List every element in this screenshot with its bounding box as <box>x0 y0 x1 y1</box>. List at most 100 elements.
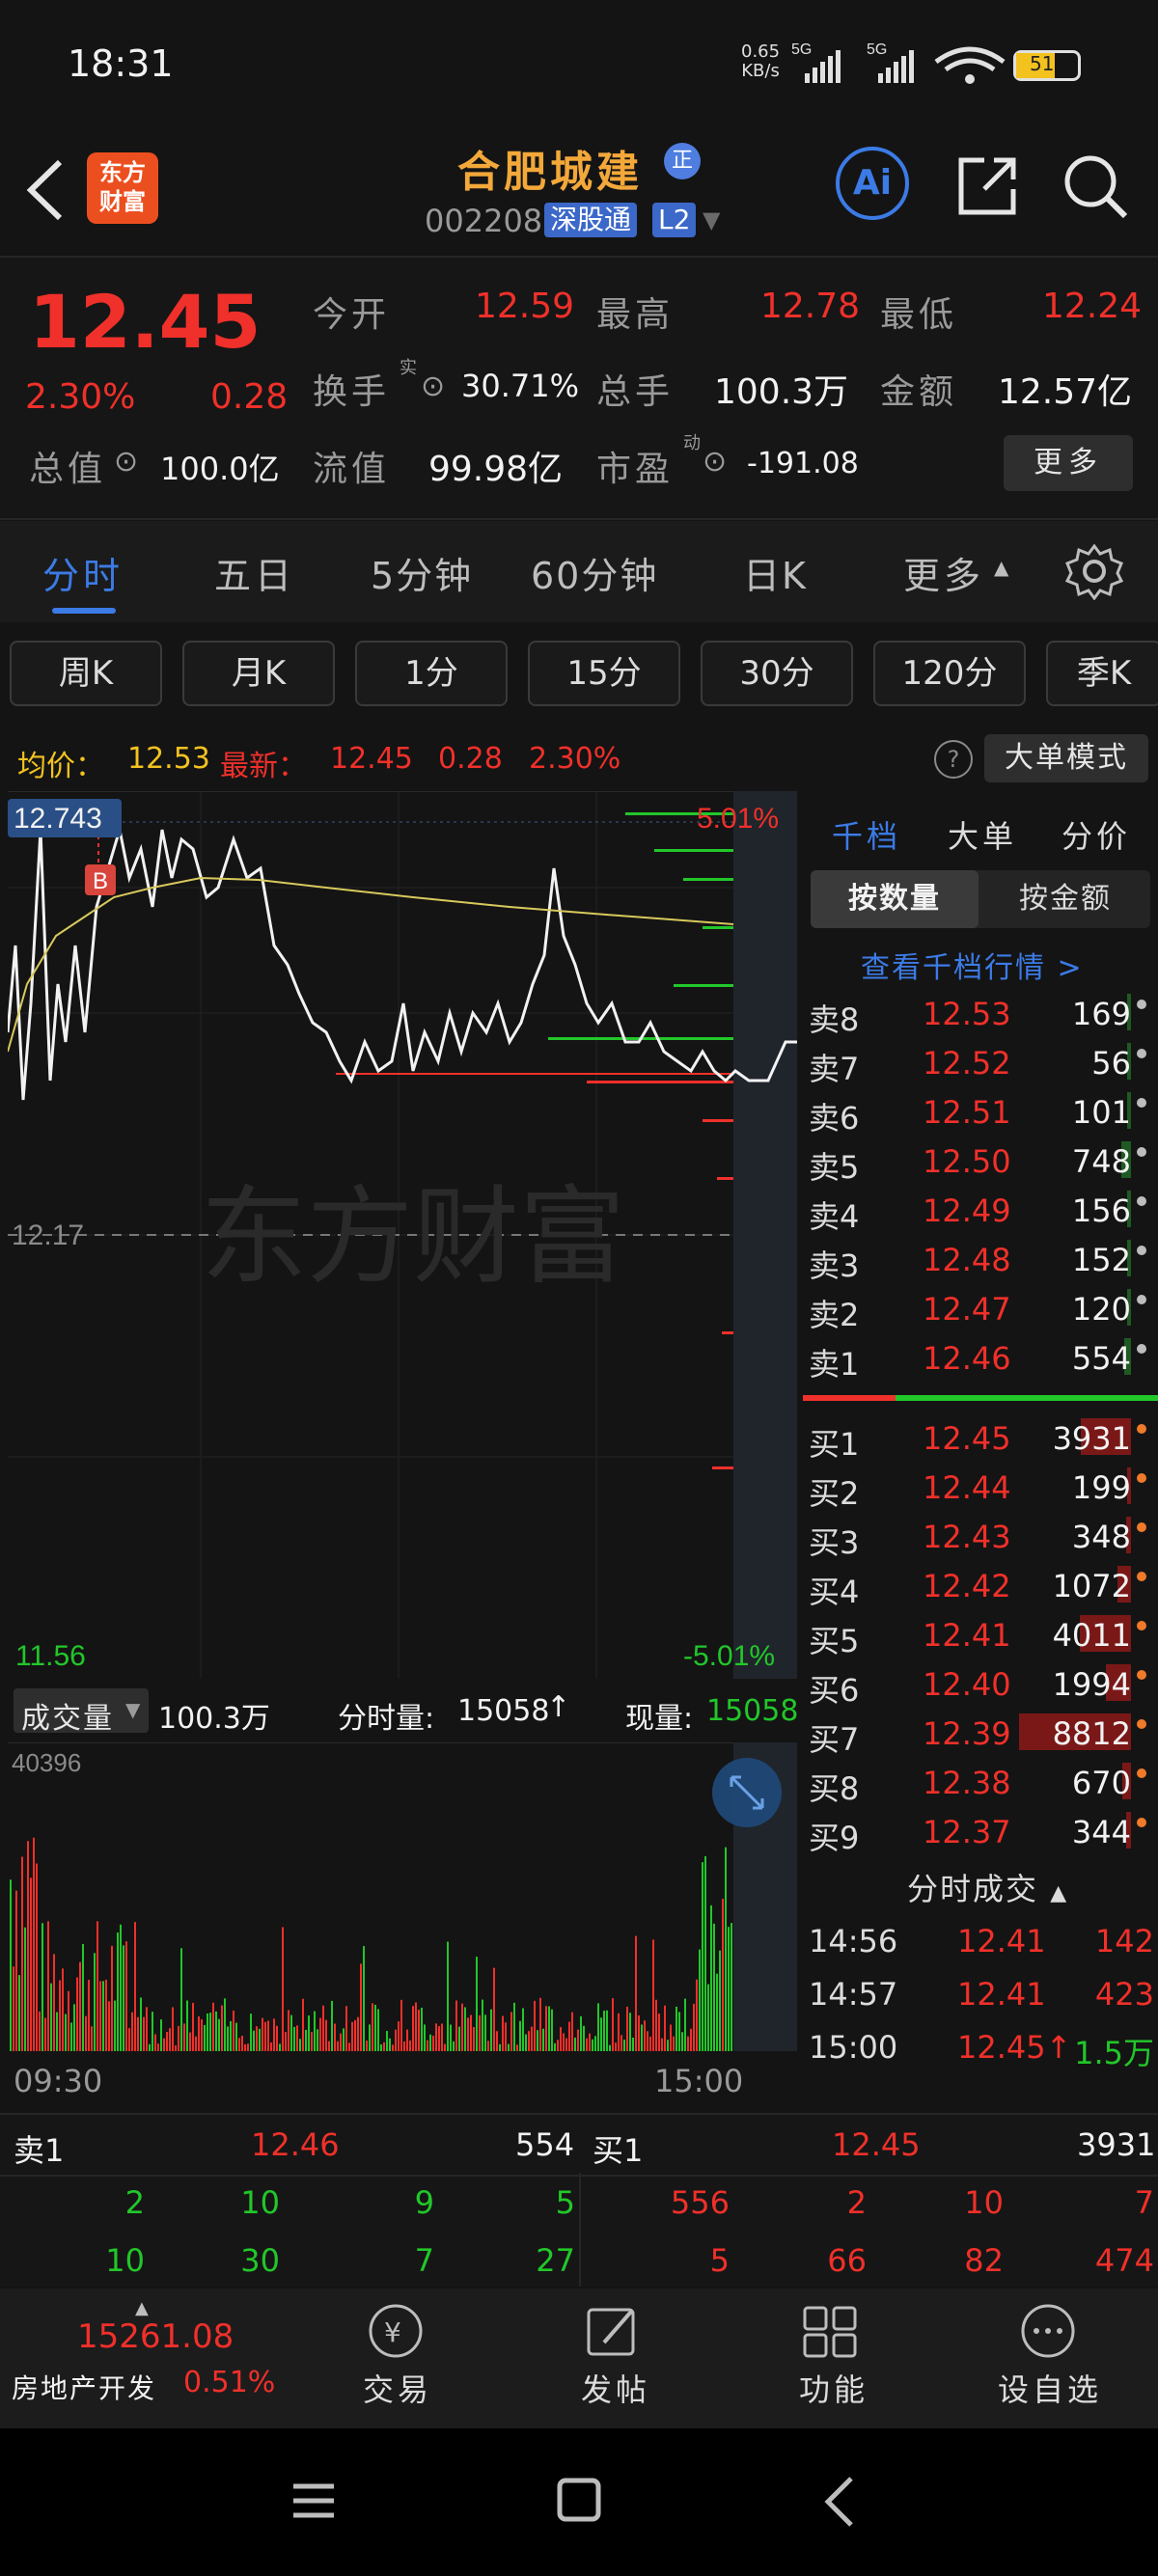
volume-bar <box>534 2000 536 2051</box>
period-quarter-k[interactable]: 季K <box>1046 641 1158 706</box>
float-value: 99.98亿 <box>428 450 564 489</box>
sell-row[interactable]: 卖3 12.48 152 <box>803 1234 1150 1284</box>
bq-cell: 10 <box>105 2242 145 2279</box>
buy-row[interactable]: 买7 12.39 8812 <box>803 1708 1150 1758</box>
tab-big-order[interactable]: 大单 <box>948 812 1017 857</box>
volume-bar <box>528 2031 530 2051</box>
volume-bar <box>470 2014 472 2051</box>
period-15min[interactable]: 15分 <box>528 641 680 706</box>
tab-fenjia[interactable]: 分价 <box>1062 812 1131 857</box>
period-1min[interactable]: 1分 <box>355 641 508 706</box>
volume-bar <box>380 2044 382 2051</box>
back-arrow-icon[interactable] <box>21 156 69 224</box>
tab-five-day[interactable]: 五日 <box>214 546 295 599</box>
index-pct[interactable]: 0.51% <box>183 2366 275 2399</box>
tab-more[interactable]: 更多 <box>903 546 984 599</box>
volume-bar <box>618 2013 620 2051</box>
tab-5min[interactable]: 5分钟 <box>371 546 473 599</box>
stock-name: 合肥城建 <box>457 148 643 197</box>
tab-fenshi[interactable]: 分时 <box>42 546 124 599</box>
tab-by-quantity[interactable]: 按数量 <box>811 870 979 928</box>
level-label: 买8 <box>809 1770 860 1807</box>
volume-bar <box>288 2010 290 2051</box>
volume-bar <box>30 1877 32 2051</box>
menu-icon[interactable] <box>290 2477 338 2525</box>
buy-row[interactable]: 买2 12.44 199 <box>803 1462 1150 1512</box>
nav-trade[interactable]: ¥ 交易 <box>338 2302 454 2418</box>
sell-row[interactable]: 卖8 12.53 169 <box>803 988 1150 1038</box>
buy-row[interactable]: 买5 12.41 4011 <box>803 1609 1150 1659</box>
nav-post[interactable]: 发帖 <box>556 2302 672 2418</box>
vol-max-label: 40396 <box>12 1748 81 1777</box>
home-icon[interactable] <box>554 2475 604 2525</box>
volume-selector[interactable]: 成交量 ▼ <box>14 1688 149 1736</box>
search-icon[interactable] <box>1062 152 1131 222</box>
period-120min[interactable]: 120分 <box>873 641 1026 706</box>
index-value[interactable]: 15261.08 <box>77 2317 234 2356</box>
level-volume: 1072 <box>1052 1568 1131 1604</box>
volume-bar <box>684 1998 686 2051</box>
volume-bar <box>65 2014 67 2051</box>
level-dot <box>1137 1049 1146 1058</box>
info-icon[interactable]: ⊙ <box>114 445 138 479</box>
sell-row[interactable]: 卖1 12.46 554 <box>803 1332 1150 1383</box>
level-dot <box>1137 1572 1146 1581</box>
nav-functions[interactable]: 功能 <box>774 2302 890 2418</box>
period-week-k[interactable]: 周K <box>10 641 162 706</box>
caret-up-icon: ▲ <box>135 2298 149 2318</box>
volume-bar <box>282 1927 284 2051</box>
tab-60min[interactable]: 60分钟 <box>531 546 658 599</box>
sell-row[interactable]: 卖6 12.51 101 <box>803 1086 1150 1137</box>
buy-row[interactable]: 买4 12.42 1072 <box>803 1560 1150 1610</box>
sell-row[interactable]: 卖5 12.50 748 <box>803 1136 1150 1186</box>
level-volume: 748 <box>1071 1143 1131 1180</box>
tab-daily-k[interactable]: 日K <box>743 546 808 599</box>
nav-add-watchlist[interactable]: 设自选 <box>992 2302 1108 2418</box>
volume-chart[interactable]: 40396 <box>8 1741 797 2051</box>
gear-icon[interactable] <box>1065 542 1123 600</box>
volume-bar <box>238 2038 240 2051</box>
pe-label: 市盈 <box>596 450 675 489</box>
sell-row[interactable]: 卖2 12.47 120 <box>803 1283 1150 1333</box>
level-price: 12.40 <box>923 1666 1011 1703</box>
help-icon[interactable]: ? <box>934 740 973 779</box>
info-icon[interactable]: ⊙ <box>703 445 727 479</box>
tab-by-amount[interactable]: 按金额 <box>980 870 1150 928</box>
sell-row[interactable]: 卖7 12.52 56 <box>803 1037 1150 1087</box>
eastmoney-logo[interactable]: 东方 财富 <box>87 152 158 224</box>
volume-bar <box>649 2037 651 2051</box>
avg-value: 12.53 <box>127 742 210 776</box>
volume-bar <box>557 2040 559 2051</box>
volume-bar <box>125 1941 127 2051</box>
buy-row[interactable]: 买6 12.40 1994 <box>803 1658 1150 1709</box>
shenguton-tag: 深股通 <box>544 203 638 237</box>
buy-row[interactable]: 买1 12.45 3931 <box>803 1412 1150 1463</box>
period-month-k[interactable]: 月K <box>182 641 335 706</box>
high-label: 最高 <box>596 295 675 335</box>
volume-bar <box>473 2026 475 2051</box>
volume-bar <box>102 1981 104 2051</box>
chevron-down-icon[interactable]: ▼ <box>703 206 720 233</box>
period-30min[interactable]: 30分 <box>701 641 853 706</box>
buy-row[interactable]: 买9 12.37 344 <box>803 1806 1150 1856</box>
view-qiandang-link[interactable]: 查看千档行情 > <box>861 944 1084 986</box>
back-icon[interactable] <box>820 2475 859 2529</box>
intraday-chart[interactable]: 东方财富 B 12.743 5.01% 12.17 11.56 -5.01% <box>6 790 797 1679</box>
big-order-mode-button[interactable]: 大单模式 <box>984 734 1148 782</box>
amount-value: 12.57亿 <box>998 372 1133 412</box>
more-button[interactable]: 更多 <box>1004 435 1133 491</box>
index-name[interactable]: 房地产开发 <box>12 2368 156 2406</box>
share-icon[interactable] <box>955 154 1019 218</box>
ai-button[interactable]: Ai <box>836 147 909 220</box>
buy-row[interactable]: 买8 12.38 670 <box>803 1757 1150 1807</box>
volume-bar <box>94 1953 96 2051</box>
buy-marker-text: B <box>93 868 108 894</box>
level-price: 12.42 <box>923 1568 1011 1604</box>
level-dot <box>1137 1621 1146 1631</box>
buy-row[interactable]: 买3 12.43 348 <box>803 1511 1150 1561</box>
ticks-title[interactable]: 分时成交 ▲ <box>907 1865 1068 1909</box>
tab-qiandang[interactable]: 千档 <box>832 812 901 857</box>
info-icon[interactable]: ⊙ <box>421 370 445 403</box>
l2-tag[interactable]: L2 <box>652 203 697 237</box>
sell-row[interactable]: 卖4 12.49 156 <box>803 1185 1150 1235</box>
